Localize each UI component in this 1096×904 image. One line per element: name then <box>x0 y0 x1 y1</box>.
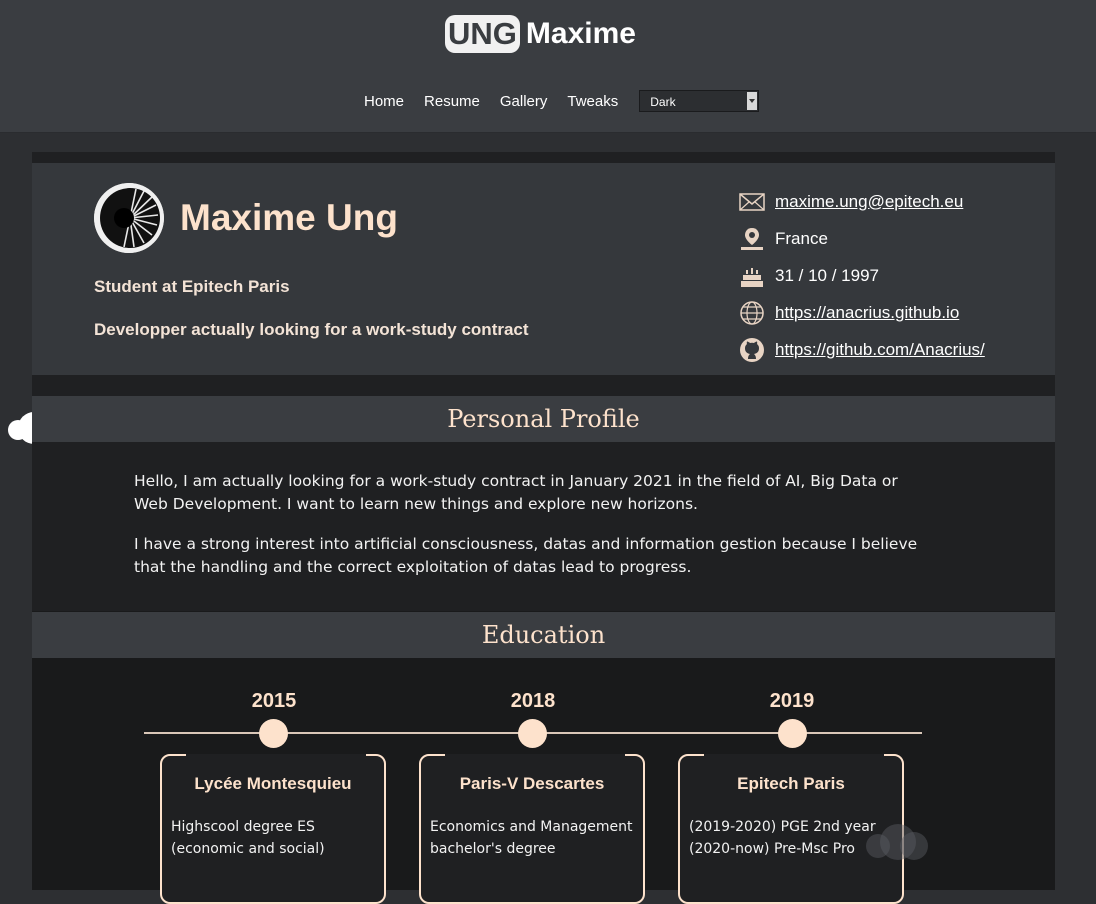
github-icon <box>739 337 765 363</box>
nav-gallery[interactable]: Gallery <box>500 93 548 110</box>
contact-email: maxime.ung@epitech.eu <box>739 183 985 220</box>
avatar-turbine-icon <box>94 183 164 253</box>
theme-select[interactable]: Dark <box>639 90 760 112</box>
birthday-text: 31 / 10 / 1997 <box>775 265 879 285</box>
education-description: Economics and Management bachelor's degr… <box>430 819 633 857</box>
education-school: Lycée Montesquieu <box>194 774 352 793</box>
profile-subtitle: Student at Epitech Paris <box>94 277 290 296</box>
education-school: Paris-V Descartes <box>459 774 605 793</box>
hero-section: Maxime Ung Student at Epitech Paris Deve… <box>32 163 1055 375</box>
timeline-dot <box>778 719 807 748</box>
education-description: Highscool degree ES (economic and social… <box>171 819 325 857</box>
avatar <box>94 183 164 253</box>
nav-tweaks[interactable]: Tweaks <box>567 93 618 110</box>
section-heading-profile: Personal Profile <box>32 396 1055 442</box>
contact-list: maxime.ung@epitech.eu France 31 / 10 / 1… <box>739 183 985 368</box>
top-header: UNG Maxime Home Resume Gallery Tweaks Da… <box>0 0 1096 133</box>
location-pin-icon <box>739 226 765 252</box>
education-school: Epitech Paris <box>737 774 845 793</box>
theme-select-value: Dark <box>650 95 676 109</box>
card-border-gap <box>704 754 884 758</box>
mail-icon <box>739 189 765 215</box>
timeline-dot <box>259 719 288 748</box>
contact-website: https://anacrius.github.io <box>739 294 985 331</box>
location-text: France <box>775 228 828 248</box>
website-link[interactable]: https://anacrius.github.io <box>775 303 959 323</box>
education-card: Paris-V Descartes Economics and Manageme… <box>419 754 645 904</box>
profile-paragraph: Hello, I am actually looking for a work-… <box>134 472 898 513</box>
card-border-gap <box>445 754 625 758</box>
section-heading-education: Education <box>32 612 1055 658</box>
email-link[interactable]: maxime.ung@epitech.eu <box>775 192 963 212</box>
logo-name: Maxime <box>525 17 636 50</box>
profile-name: Maxime Ung <box>180 197 398 238</box>
timeline-year: 2015 <box>251 690 297 712</box>
site-logo[interactable]: UNG Maxime <box>445 14 636 54</box>
birthday-cake-icon <box>739 263 765 289</box>
timeline-year: 2018 <box>510 690 556 712</box>
timeline-year: 2019 <box>769 690 815 712</box>
github-link[interactable]: https://github.com/Anacrius/ <box>775 340 985 360</box>
contact-location: France <box>739 220 985 257</box>
cloud-icon <box>866 824 928 860</box>
profile-tagline: Developper actually looking for a work-s… <box>94 320 529 339</box>
contact-birthday: 31 / 10 / 1997 <box>739 257 985 294</box>
profile-paragraph: I have a strong interest into artificial… <box>134 535 918 576</box>
globe-icon <box>739 300 765 326</box>
logo-badge: UNG <box>445 15 520 53</box>
nav-resume[interactable]: Resume <box>424 93 480 110</box>
nav-home[interactable]: Home <box>364 93 404 110</box>
resume-page: Maxime Ung Student at Epitech Paris Deve… <box>32 152 1055 904</box>
contact-github: https://github.com/Anacrius/ <box>739 331 985 368</box>
timeline-dot <box>518 719 547 748</box>
dropdown-arrow-icon[interactable] <box>747 92 758 110</box>
card-border-gap <box>186 754 366 758</box>
main-nav: Home Resume Gallery Tweaks Dark <box>364 90 760 112</box>
education-card: Lycée Montesquieu Highscool degree ES (e… <box>160 754 386 904</box>
